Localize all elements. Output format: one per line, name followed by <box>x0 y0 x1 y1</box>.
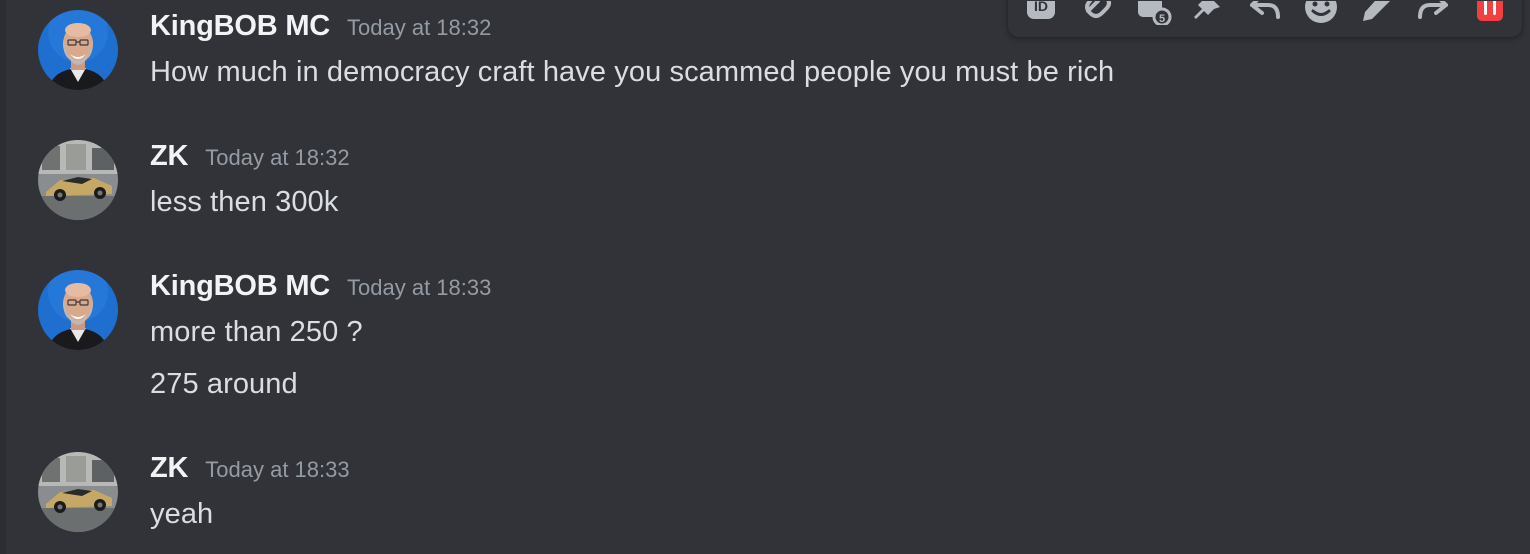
svg-text:5: 5 <box>1159 13 1165 25</box>
message-content: 275 around <box>150 368 298 400</box>
message-content: more than 250 ? <box>150 316 363 348</box>
avatar[interactable] <box>38 140 118 220</box>
message-content: less then 300k <box>150 186 339 218</box>
forward-icon[interactable] <box>1414 1 1454 25</box>
message-content: How much in democracy craft have you sca… <box>150 56 1115 88</box>
timestamp[interactable]: Today at 18:32 <box>347 15 491 41</box>
username[interactable]: KingBOB MC <box>150 10 330 43</box>
pin-icon[interactable] <box>1190 1 1230 25</box>
username[interactable]: ZK <box>150 140 188 173</box>
add-reaction-icon[interactable] <box>1302 1 1342 25</box>
avatar[interactable] <box>38 10 118 90</box>
timestamp[interactable]: Today at 18:33 <box>205 457 349 483</box>
message-content: yeah <box>150 498 214 530</box>
bald-man-smiling-avatar-icon <box>38 270 118 350</box>
apps-icon[interactable]: 5 <box>1134 1 1174 25</box>
timestamp[interactable]: Today at 18:33 <box>347 275 491 301</box>
username[interactable]: KingBOB MC <box>150 270 330 303</box>
gold-sports-car-avatar-icon <box>38 140 118 220</box>
message-actions-toolbar: ID 5 <box>1007 0 1523 38</box>
edit-icon[interactable] <box>1358 1 1398 25</box>
svg-text:ID: ID <box>1034 1 1048 14</box>
copy-id-icon[interactable]: ID <box>1022 1 1062 25</box>
timestamp[interactable]: Today at 18:32 <box>205 145 349 171</box>
bald-man-smiling-avatar-icon <box>38 10 118 90</box>
copy-link-icon[interactable] <box>1078 1 1118 25</box>
delete-icon[interactable] <box>1470 1 1510 25</box>
username[interactable]: ZK <box>150 452 188 485</box>
avatar[interactable] <box>38 270 118 350</box>
reply-icon[interactable] <box>1246 1 1286 25</box>
avatar[interactable] <box>38 452 118 532</box>
gold-sports-car-avatar-icon <box>38 452 118 532</box>
channel-left-edge <box>0 0 6 554</box>
